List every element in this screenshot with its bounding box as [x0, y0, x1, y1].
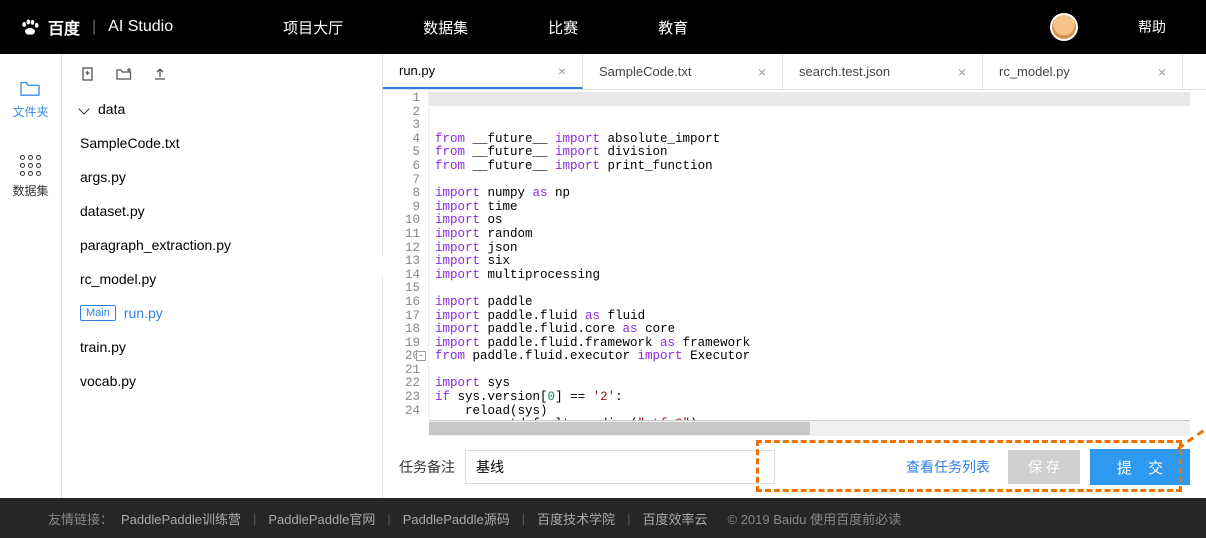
tree-file[interactable]: args.py [80, 160, 364, 194]
editor-area: ◀ run.py× SampleCode.txt× search.test.js… [382, 54, 1206, 498]
close-icon[interactable]: × [758, 64, 766, 80]
logo-divider: | [92, 18, 96, 36]
tree-file[interactable]: train.py [80, 330, 364, 364]
footer-link[interactable]: PaddlePaddle源码 [403, 509, 510, 528]
footer-copyright: © 2019 Baidu 使用百度前必读 [728, 509, 902, 528]
nav-datasets[interactable]: 数据集 [423, 17, 468, 38]
baidu-paw-icon [20, 18, 40, 36]
footer-label: 友情链接： [48, 509, 113, 528]
view-tasks-link[interactable]: 查看任务列表 [898, 457, 998, 477]
tree-file-active[interactable]: Mainrun.py [80, 296, 364, 330]
grid-icon [20, 155, 41, 176]
task-note-label: 任务备注 [399, 457, 455, 477]
task-note-input[interactable] [465, 450, 775, 484]
main-badge: Main [80, 305, 116, 321]
tree-file[interactable]: paragraph_extraction.py [80, 228, 364, 262]
footer: 友情链接： PaddlePaddle训练营| PaddlePaddle官网| P… [0, 498, 1206, 538]
footer-link[interactable]: 百度效率云 [643, 509, 708, 528]
close-icon[interactable]: × [558, 63, 566, 79]
main: 文件夹 数据集 data SampleCode.txt args.py data… [0, 54, 1206, 498]
left-rail: 文件夹 数据集 [0, 54, 62, 498]
rail-datasets[interactable]: 数据集 [12, 155, 48, 199]
upload-icon[interactable] [152, 66, 168, 82]
close-icon[interactable]: × [958, 64, 966, 80]
code-editor[interactable]: 123456789101112131415161718192021222324 … [383, 90, 1206, 420]
save-button[interactable]: 保 存 [1008, 450, 1080, 484]
tab-samplecode[interactable]: SampleCode.txt× [583, 54, 783, 89]
bottom-bar: 任务备注 查看任务列表 保 存 提 交 [383, 436, 1206, 498]
file-sidebar: data SampleCode.txt args.py dataset.py p… [62, 54, 382, 498]
tree-file[interactable]: rc_model.py [80, 262, 364, 296]
file-tree: data SampleCode.txt args.py dataset.py p… [62, 92, 382, 398]
new-folder-icon[interactable] [116, 66, 132, 82]
tree-file[interactable]: vocab.py [80, 364, 364, 398]
logo-baidu-text: 百度 [48, 15, 80, 39]
rail-files[interactable]: 文件夹 [12, 79, 48, 120]
tab-rcmodel[interactable]: rc_model.py× [983, 54, 1183, 89]
tab-run-py[interactable]: run.py× [383, 54, 583, 89]
scrollbar-thumb[interactable] [429, 422, 810, 435]
chevron-down-icon [78, 103, 89, 114]
new-file-icon[interactable] [80, 66, 96, 82]
folder-icon [19, 79, 41, 97]
logo-studio-text: AI Studio [108, 18, 173, 36]
footer-link[interactable]: PaddlePaddle官网 [268, 509, 375, 528]
avatar[interactable] [1050, 13, 1078, 41]
nav-contests[interactable]: 比赛 [548, 17, 578, 38]
footer-link[interactable]: PaddlePaddle训练营 [121, 509, 241, 528]
rail-files-label: 文件夹 [12, 103, 48, 120]
rail-datasets-label: 数据集 [12, 182, 48, 199]
editor-tabs: run.py× SampleCode.txt× search.test.json… [383, 54, 1206, 90]
code-content[interactable]: from __future__ import absolute_importfr… [429, 90, 1206, 420]
line-gutter: 123456789101112131415161718192021222324 [383, 90, 429, 420]
line-highlight [429, 92, 1190, 106]
submit-button[interactable]: 提 交 [1090, 449, 1190, 485]
header: 百度 | AI Studio 项目大厅 数据集 比赛 教育 帮助 [0, 0, 1206, 54]
tree-file[interactable]: dataset.py [80, 194, 364, 228]
close-icon[interactable]: × [1158, 64, 1166, 80]
nav-projects[interactable]: 项目大厅 [283, 17, 343, 38]
help-link[interactable]: 帮助 [1138, 17, 1166, 37]
tree-file[interactable]: SampleCode.txt [80, 126, 364, 160]
footer-link[interactable]: 百度技术学院 [537, 509, 615, 528]
fold-icon[interactable]: - [416, 351, 426, 361]
horizontal-scrollbar[interactable] [429, 420, 1190, 436]
sidebar-toolbar [62, 66, 382, 92]
tree-folder-data[interactable]: data [80, 92, 364, 126]
nav-education[interactable]: 教育 [658, 17, 688, 38]
tab-search-json[interactable]: search.test.json× [783, 54, 983, 89]
top-nav: 项目大厅 数据集 比赛 教育 [283, 17, 1050, 38]
logo[interactable]: 百度 | AI Studio [20, 15, 173, 39]
